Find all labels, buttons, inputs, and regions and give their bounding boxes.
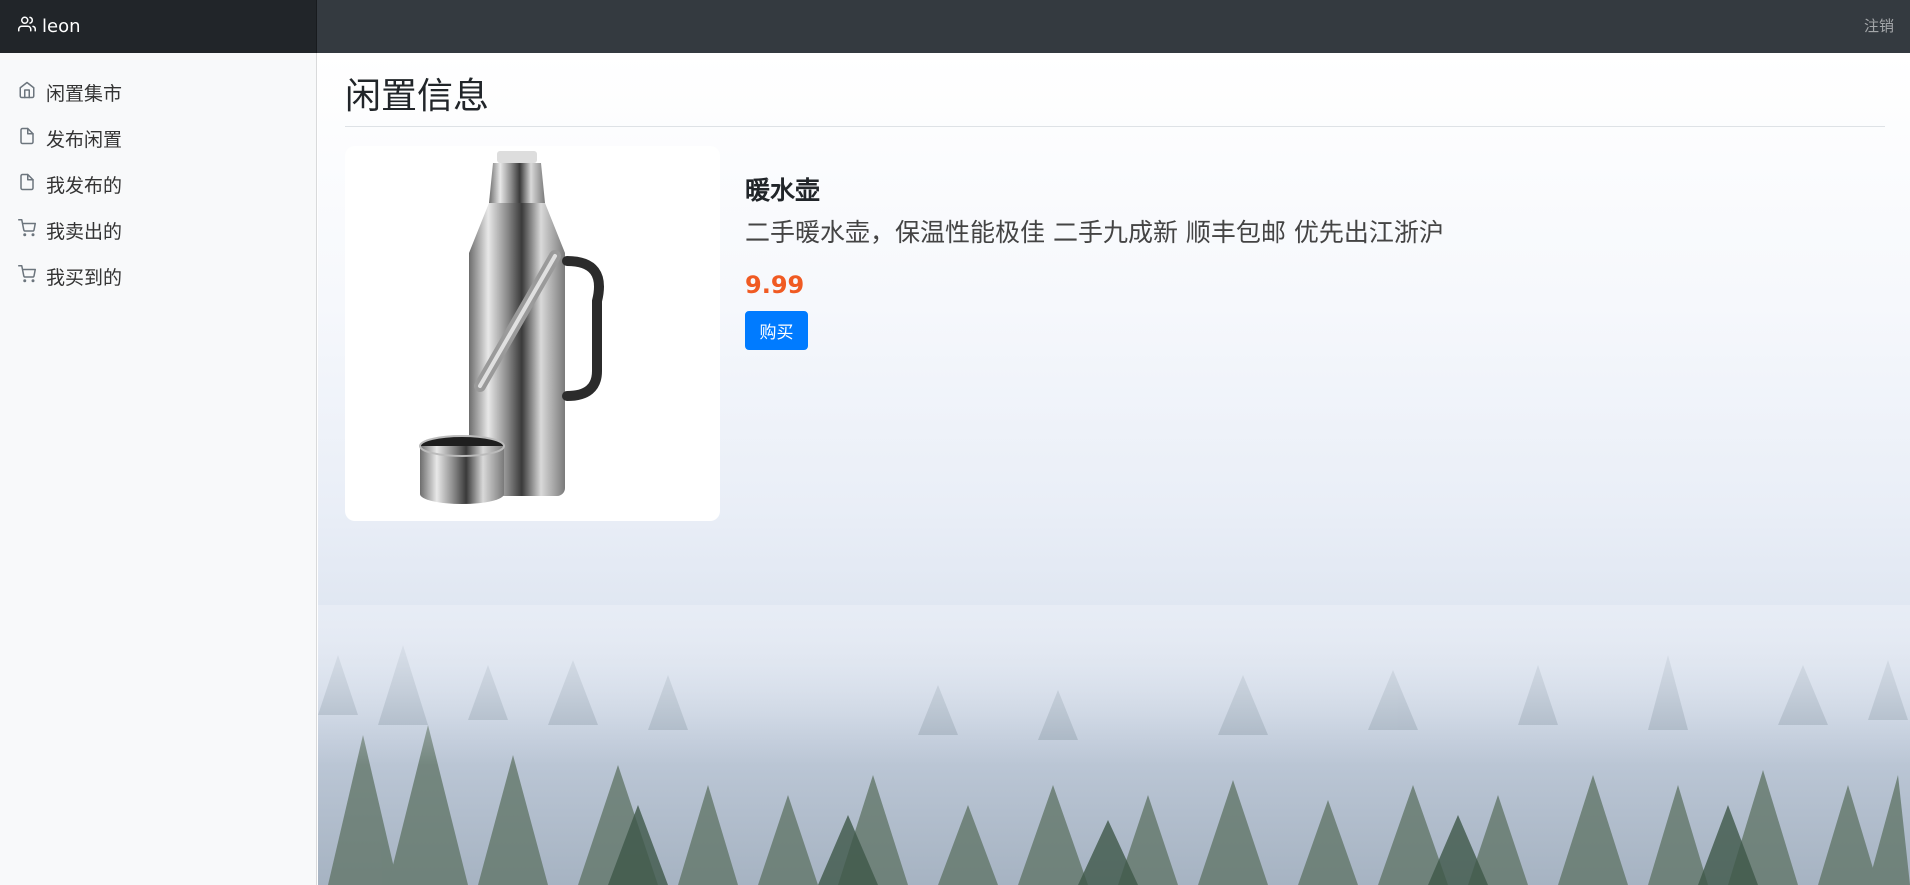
sidebar-item-my-bought[interactable]: 我买到的 [0,253,317,299]
sidebar-item-market[interactable]: 闲置集市 [0,69,317,115]
item-price: 9.99 [745,271,805,299]
main-content: 闲置信息 暖水壶 二手暖水壶，保温性能极佳 二手九成新 顺丰包邮 优先出江浙沪 … [318,53,1910,885]
brand-user[interactable]: leon [0,0,317,53]
sidebar-item-my-sold[interactable]: 我卖出的 [0,207,317,253]
logout-link[interactable]: 注销 [1864,0,1894,53]
sidebar: 闲置集市 发布闲置 我发布的 我卖出的 我买到的 [0,53,317,885]
buy-button[interactable]: 购买 [745,311,808,350]
sidebar-item-my-published[interactable]: 我发布的 [0,161,317,207]
top-navbar: leon 注销 [0,0,1910,53]
sidebar-item-label: 闲置集市 [46,82,123,105]
page-title: 闲置信息 [345,76,490,117]
item-description: 二手暖水壶，保温性能极佳 二手九成新 顺丰包邮 优先出江浙沪 [745,218,1444,247]
divider [345,126,1885,127]
username: leon [42,16,81,37]
file-icon [18,173,46,196]
item-name[interactable]: 暖水壶 [745,171,820,207]
users-icon [18,15,42,38]
sidebar-item-label: 我发布的 [46,174,123,197]
thermos-image[interactable] [345,146,720,521]
sidebar-item-label: 我买到的 [46,266,123,289]
forest-background [318,605,1910,885]
cart-icon [18,218,46,242]
sidebar-item-publish[interactable]: 发布闲置 [0,115,317,161]
sidebar-item-label: 发布闲置 [46,128,123,151]
file-icon [18,127,46,150]
sidebar-item-label: 我卖出的 [46,220,123,243]
sidebar-nav: 闲置集市 发布闲置 我发布的 我卖出的 我买到的 [0,53,317,299]
home-icon [18,81,46,104]
cart-icon [18,264,46,288]
